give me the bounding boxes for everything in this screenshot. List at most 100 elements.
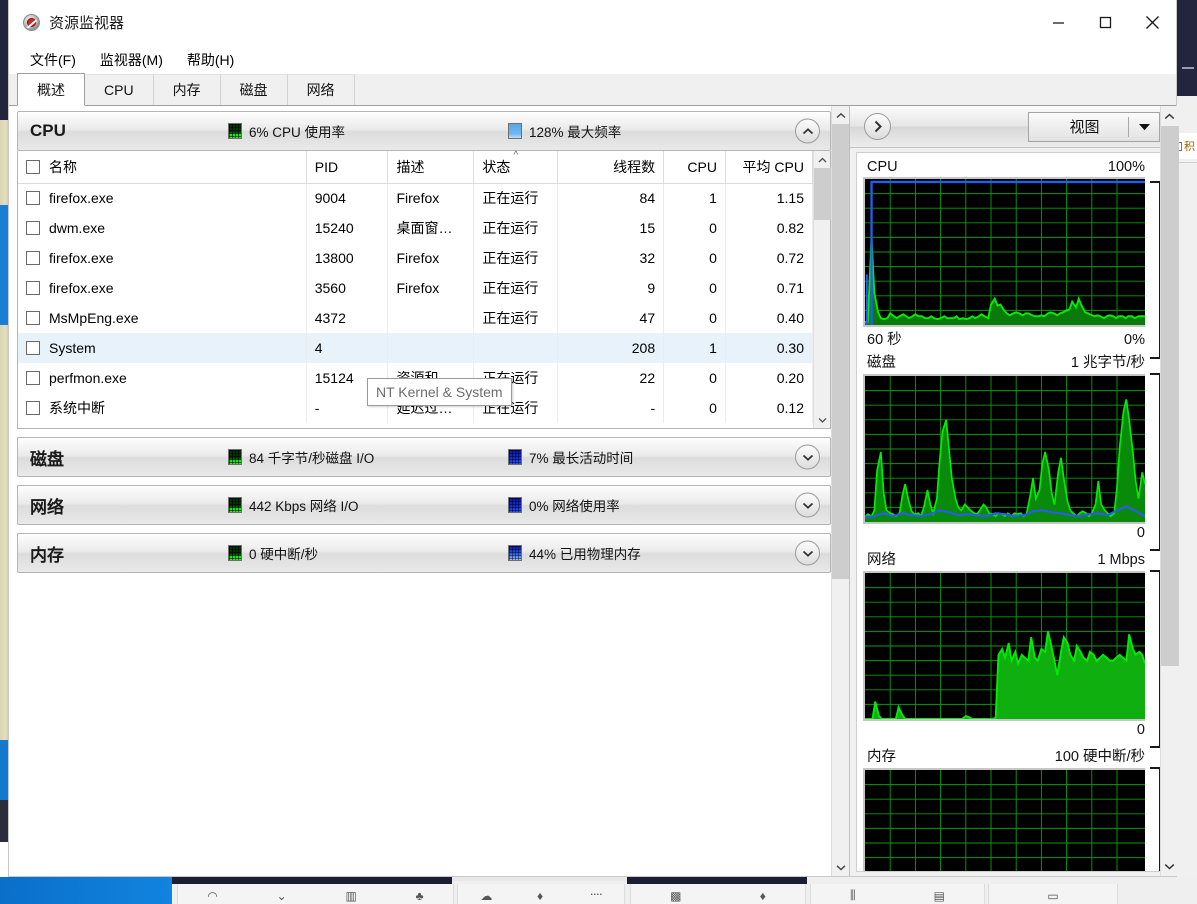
left-panel-scrollbar[interactable] xyxy=(831,106,849,876)
taskbar-icon-d[interactable]: ♣ xyxy=(416,889,424,903)
disk-io-area xyxy=(865,399,1145,522)
menu-bar: 文件(F) 监视器(M) 帮助(H) xyxy=(9,45,1176,74)
col-header-cpu[interactable]: CPU xyxy=(663,151,726,184)
taskbar-group-5[interactable]: ▭ xyxy=(988,884,1118,904)
title-bar[interactable]: 资源监视器 xyxy=(9,0,1176,45)
col-header-name[interactable]: 名称 xyxy=(18,151,307,184)
row-checkbox[interactable] xyxy=(26,371,40,385)
tab-cpu[interactable]: CPU xyxy=(84,74,154,105)
taskbar-icon-b[interactable]: ⌄ xyxy=(277,889,287,903)
section-cpu-title: CPU xyxy=(30,121,66,140)
tab-overview[interactable]: 概述 xyxy=(17,73,85,106)
chevron-up-icon[interactable] xyxy=(795,118,820,144)
scroll-up-icon[interactable] xyxy=(1161,106,1178,126)
taskbar-icon-a[interactable]: ◠ xyxy=(207,889,217,903)
col-header-pid[interactable]: PID xyxy=(306,151,389,184)
scroll-up-icon[interactable] xyxy=(832,106,849,124)
scroll-thumb[interactable] xyxy=(1161,126,1179,667)
menu-file[interactable]: 文件(F) xyxy=(21,46,85,74)
taskbar-icon-k[interactable]: ▤ xyxy=(934,889,945,903)
taskbar-group-2[interactable]: ☁ ♦ ᠁ xyxy=(457,884,625,904)
scroll-down-icon[interactable] xyxy=(1161,856,1178,876)
select-all-checkbox[interactable] xyxy=(26,159,40,174)
taskbar-icon-h[interactable]: ▩ xyxy=(670,889,681,903)
memory-graph-title: 内存 xyxy=(867,749,896,765)
row-checkbox[interactable] xyxy=(26,341,40,355)
cell-name: perfmon.exe xyxy=(18,363,307,393)
chevron-down-icon[interactable] xyxy=(795,492,820,518)
table-row[interactable]: firefox.exe 3560 Firefox 正在运行 9 0 0.71 xyxy=(18,273,814,303)
taskbar-icon-l[interactable]: ▭ xyxy=(1047,889,1058,903)
section-cpu-header[interactable]: CPU 6% CPU 使用率 128% 最大频率 xyxy=(17,111,831,151)
section-disk-header[interactable]: 磁盘 84 千字节/秒磁盘 I/O 7% 最长活动时间 xyxy=(17,437,831,477)
scroll-thumb[interactable] xyxy=(832,124,849,580)
scroll-track[interactable] xyxy=(1161,126,1179,856)
col-header-avg-cpu[interactable]: 平均 CPU xyxy=(725,151,814,184)
section-memory-header[interactable]: 内存 0 硬中断/秒 44% 已用物理内存 xyxy=(17,533,831,573)
taskbar-group-3[interactable]: ▩ ♦ xyxy=(630,884,806,904)
taskbar-icon-i[interactable]: ♦ xyxy=(760,889,766,903)
table-row[interactable]: MsMpEng.exe 4372 正在运行 47 0 0.40 xyxy=(18,303,814,333)
taskbar-active-app[interactable] xyxy=(0,877,172,904)
section-network-header[interactable]: 网络 442 Kbps 网络 I/O 0% 网络使用率 xyxy=(17,485,831,525)
taskbar-icon-g[interactable]: ᠁ xyxy=(588,884,602,903)
table-row[interactable]: dwm.exe 15240 桌面窗… 正在运行 15 0 0.82 xyxy=(18,213,814,243)
scroll-down-icon[interactable] xyxy=(814,411,830,428)
menu-monitor[interactable]: 监视器(M) xyxy=(91,46,172,74)
cpu-usage-line xyxy=(865,237,1145,324)
process-table-scrollbar[interactable] xyxy=(813,151,831,428)
row-checkbox[interactable] xyxy=(26,401,40,415)
cell-threads: 32 xyxy=(557,243,665,273)
taskbar-icon-e[interactable]: ☁ xyxy=(480,889,492,903)
table-row[interactable]: firefox.exe 9004 Firefox 正在运行 84 1 1.15 xyxy=(18,183,814,213)
background-left-accent-4 xyxy=(0,842,8,877)
disk-graph-footer: 0 xyxy=(863,524,1167,546)
caret-down-icon[interactable] xyxy=(1129,122,1159,131)
chevron-down-icon[interactable] xyxy=(795,540,820,566)
chevron-right-icon[interactable] xyxy=(864,113,891,140)
cell-name: System xyxy=(18,333,307,363)
taskbar-icon-c[interactable]: ▥ xyxy=(346,889,357,903)
section-network: 网络 442 Kbps 网络 I/O 0% 网络使用率 xyxy=(17,485,831,525)
cell-avg-cpu: 1.15 xyxy=(725,183,814,213)
row-checkbox[interactable] xyxy=(26,311,40,325)
section-memory: 内存 0 硬中断/秒 44% 已用物理内存 xyxy=(17,533,831,573)
row-checkbox[interactable] xyxy=(26,191,40,206)
tab-memory[interactable]: 内存 xyxy=(152,74,221,105)
row-checkbox[interactable] xyxy=(26,221,40,235)
section-network-title: 网络 xyxy=(30,497,64,517)
scroll-track[interactable] xyxy=(814,168,831,411)
col-header-description[interactable]: 描述 xyxy=(387,151,475,184)
view-dropdown-button[interactable]: 视图 xyxy=(1028,111,1160,142)
table-row[interactable]: firefox.exe 13800 Firefox 正在运行 32 0 0.72 xyxy=(18,243,814,273)
minimize-button[interactable] xyxy=(1035,0,1082,45)
chevron-down-icon[interactable] xyxy=(795,444,820,470)
col-header-name-label: 名称 xyxy=(49,158,77,175)
taskbar[interactable]: ◠ ⌄ ▥ ♣ ☁ ♦ ᠁ ▩ ♦ ⫼ ▤ ▭ xyxy=(0,877,1197,904)
scroll-up-icon[interactable] xyxy=(814,151,830,168)
maximize-button[interactable] xyxy=(1082,0,1129,45)
taskbar-group-1[interactable]: ◠ ⌄ ▥ ♣ xyxy=(177,884,454,904)
col-header-status[interactable]: ^ 状态 xyxy=(473,151,559,184)
scroll-down-icon[interactable] xyxy=(832,858,849,876)
row-checkbox[interactable] xyxy=(26,281,40,295)
row-checkbox[interactable] xyxy=(26,251,40,265)
taskbar-group-4[interactable]: ⫼ ▤ xyxy=(810,884,985,904)
cell-avg-cpu: 0.40 xyxy=(725,303,814,333)
tab-network[interactable]: 网络 xyxy=(286,74,355,105)
cell-status: 正在运行 xyxy=(473,243,559,273)
row-name-label: 系统中断 xyxy=(49,400,105,416)
network-graph-header: 网络 1 Mbps xyxy=(863,548,1167,571)
graph-panel-scrollbar[interactable] xyxy=(1160,106,1179,876)
col-header-threads[interactable]: 线程数 xyxy=(557,151,665,184)
menu-help[interactable]: 帮助(H) xyxy=(178,46,243,74)
taskbar-icon-j[interactable]: ⫼ xyxy=(850,888,856,903)
close-button[interactable] xyxy=(1129,0,1176,45)
taskbar-icon-f[interactable]: ♦ xyxy=(537,889,543,903)
table-row[interactable]: System 4 208 1 0.30 xyxy=(18,333,814,363)
cell-name: 系统中断 xyxy=(18,393,307,423)
section-disk-stat2-label: 7% 最长活动时间 xyxy=(529,451,634,466)
tab-disk[interactable]: 磁盘 xyxy=(219,74,288,105)
scroll-thumb[interactable] xyxy=(814,168,831,220)
scroll-track[interactable] xyxy=(832,124,849,858)
